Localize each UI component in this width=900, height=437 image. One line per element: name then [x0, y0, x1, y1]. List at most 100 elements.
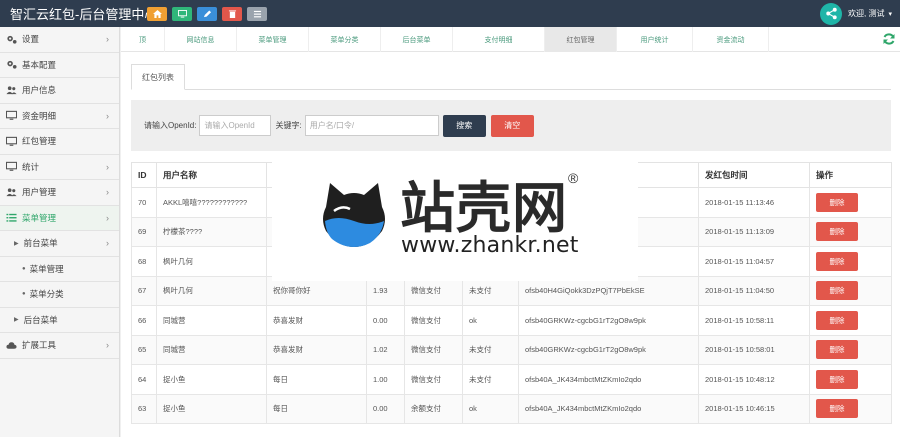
cell-action: 删除	[809, 216, 892, 247]
delete-row-button[interactable]: 删除	[816, 310, 858, 330]
delete-row-button[interactable]: 删除	[816, 399, 858, 419]
app-title: 智汇云红包-后台管理中心	[10, 7, 158, 22]
list-icon	[253, 10, 261, 17]
monitor-button[interactable]	[172, 6, 192, 21]
delete-row-button[interactable]: 删除	[816, 369, 858, 389]
sidebar-item-settings[interactable]: 设置 ›	[0, 27, 119, 53]
sidebar-item-menu-list[interactable]: ● 菜单管理	[0, 257, 119, 282]
clear-button[interactable]: 清空	[490, 114, 534, 137]
tab-fund-flow[interactable]: 资金流动	[693, 27, 769, 52]
edit-button[interactable]	[197, 6, 217, 21]
user-menu[interactable]: 欢迎, 测试 ▾	[820, 0, 900, 27]
cell-time: 2018-01-15 10:58:01	[698, 334, 810, 365]
chevron-right-icon: ›	[106, 110, 109, 121]
home-button[interactable]	[147, 6, 167, 21]
tab-top[interactable]: 顶	[121, 27, 165, 52]
sidebar-item-label: 用户信息	[22, 85, 57, 96]
sidebar-item-back-menu[interactable]: ▶ 后台菜单	[0, 308, 119, 333]
sidebar-item-menu-manage[interactable]: 菜单管理 ›	[0, 205, 119, 231]
cell-message: 每日	[266, 364, 367, 395]
tab-divider	[131, 89, 891, 90]
cell-amount: 0.00	[366, 305, 405, 336]
refresh-icon[interactable]	[882, 32, 896, 46]
cell-time: 2018-01-15 11:04:57	[698, 246, 810, 277]
search-button[interactable]: 搜索	[442, 114, 486, 137]
sidebar-item-stats[interactable]: 统计 ›	[0, 155, 119, 180]
delete-row-button[interactable]: 删除	[816, 251, 858, 271]
sidebar-item-basic-config[interactable]: 基本配置	[0, 53, 119, 78]
cell-username: 捉小鱼	[156, 393, 267, 424]
cell-id: 63	[131, 393, 157, 424]
cat-logo-icon	[323, 183, 385, 247]
sidebar-item-front-menu[interactable]: ▶ 前台菜单 ›	[0, 231, 119, 257]
chevron-right-icon: ›	[106, 238, 109, 249]
chevron-right-icon: ›	[106, 212, 109, 223]
toolbar	[147, 6, 267, 21]
cell-action: 删除	[809, 275, 892, 306]
sidebar-item-label: 用户管理	[22, 187, 57, 198]
tab-redpacket-list[interactable]: 红包列表	[131, 64, 185, 90]
gears-icon	[5, 33, 17, 45]
chevron-right-icon: ›	[106, 340, 109, 351]
cell-id: 66	[131, 305, 157, 336]
cell-openid: ofsb40A_JK434mbctMtZKmIo2qdo	[518, 364, 699, 395]
cell-id: 70	[131, 187, 157, 218]
cell-time: 2018-01-15 10:58:11	[698, 305, 810, 336]
list-button[interactable]	[247, 6, 267, 21]
search-bar: 请输入OpenId: 请输入OpenId 关键字: 用户名/口令/ 搜索 清空	[131, 100, 891, 151]
desktop-icon	[5, 110, 17, 122]
cell-time: 2018-01-15 11:04:50	[698, 275, 810, 306]
cell-username: 柠檬茶????	[156, 216, 267, 247]
cell-message: 恭喜发财	[266, 334, 367, 365]
delete-row-button[interactable]: 删除	[816, 192, 858, 212]
cell-action: 删除	[809, 334, 892, 365]
chevron-right-icon: ›	[106, 34, 109, 45]
delete-button[interactable]	[222, 6, 242, 21]
cell-time: 2018-01-15 11:13:09	[698, 216, 810, 247]
sidebar-item-label: 后台菜单	[23, 314, 58, 325]
delete-row-button[interactable]: 删除	[816, 281, 858, 301]
keyword-label: 关键字:	[275, 121, 302, 130]
table-row: 66 同城营 恭喜发财 0.00 微信支付 ok ofsb40GRKWz-cgc…	[131, 305, 892, 336]
tab-payment-detail[interactable]: 支付明细	[453, 27, 545, 52]
cell-id: 65	[131, 334, 157, 365]
cell-pay-method: 微信支付	[404, 305, 463, 336]
delete-row-button[interactable]: 删除	[816, 340, 858, 360]
cell-action: 删除	[809, 364, 892, 395]
monitor-icon	[177, 9, 187, 18]
cell-id: 64	[131, 364, 157, 395]
delete-row-button[interactable]: 删除	[816, 222, 858, 242]
sidebar-item-label: 菜单管理	[22, 212, 57, 223]
cell-action: 删除	[809, 187, 892, 218]
sidebar-item-label: 资金明细	[22, 110, 57, 121]
sidebar-item-funds[interactable]: 资金明细 ›	[0, 104, 119, 129]
chevron-right-icon: ›	[106, 187, 109, 198]
sidebar-item-label: 前台菜单	[23, 238, 58, 249]
cell-status: ok	[462, 393, 519, 424]
sidebar: 设置 › 基本配置 用户信息 资金明细 › 红包管理 统计 › 用户管理 › 菜…	[0, 27, 120, 437]
sidebar-item-label: 红包管理	[22, 136, 57, 147]
tab-back-menu[interactable]: 后台菜单	[381, 27, 453, 52]
tab-redpacket-manage[interactable]: 红包管理	[545, 27, 617, 52]
sidebar-item-redpacket[interactable]: 红包管理	[0, 129, 119, 155]
cell-username: 同城营	[156, 305, 267, 336]
tab-user-stats[interactable]: 用户统计	[617, 27, 693, 52]
cell-status: ok	[462, 305, 519, 336]
sidebar-item-user-manage[interactable]: 用户管理 ›	[0, 180, 119, 206]
cell-time: 2018-01-15 11:13:46	[698, 187, 810, 218]
sidebar-item-label: 菜单分类	[29, 289, 64, 300]
col-id: ID	[131, 162, 157, 188]
cell-amount: 1.02	[366, 334, 405, 365]
cell-amount: 0.00	[366, 393, 405, 424]
tab-menu-manage[interactable]: 菜单管理	[237, 27, 309, 52]
keyword-input[interactable]: 用户名/口令/	[304, 115, 439, 136]
tab-site-info[interactable]: 网站信息	[165, 27, 237, 52]
sidebar-item-label: 扩展工具	[22, 340, 57, 351]
openid-input[interactable]: 请输入OpenId	[199, 115, 272, 136]
tab-menu-category[interactable]: 菜单分类	[309, 27, 381, 52]
sidebar-item-extensions[interactable]: 扩展工具 ›	[0, 333, 119, 359]
table-row: 65 同城营 恭喜发财 1.02 微信支付 未支付 ofsb40GRKWz-cg…	[131, 334, 892, 365]
cloud-icon	[5, 339, 17, 351]
sidebar-item-user-info[interactable]: 用户信息	[0, 78, 119, 104]
sidebar-item-menu-category[interactable]: ● 菜单分类	[0, 282, 119, 308]
